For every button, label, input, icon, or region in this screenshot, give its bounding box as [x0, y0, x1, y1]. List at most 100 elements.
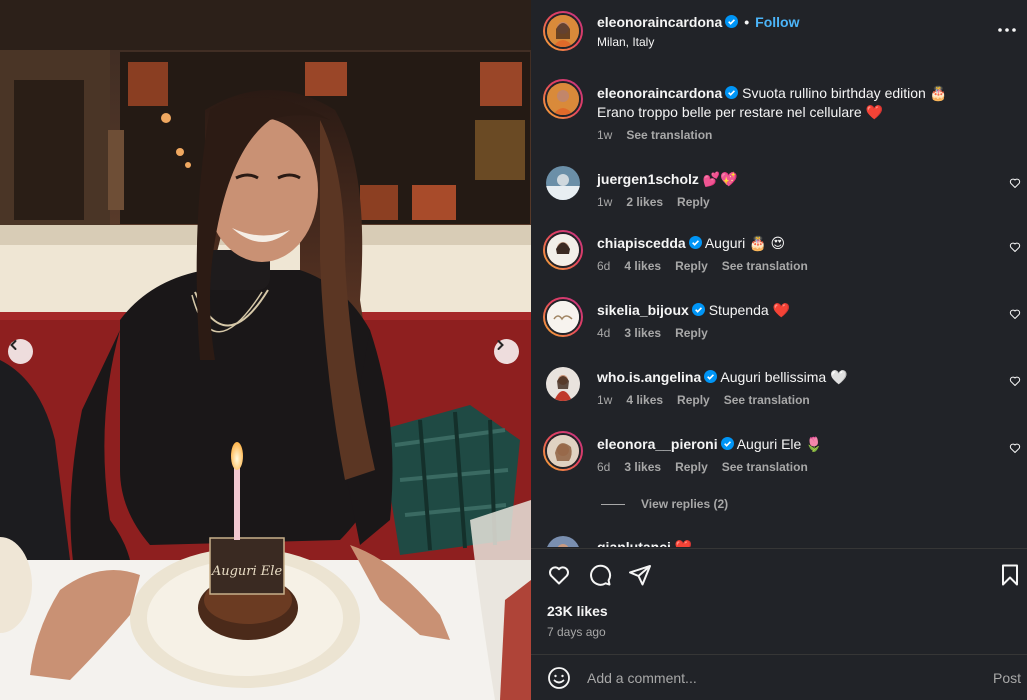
comment-meta: 1w 4 likes Reply See translation [597, 393, 824, 407]
comment-item: gianlutanci ❤️ [531, 534, 1027, 547]
verified-badge-icon [725, 86, 739, 99]
heart-icon[interactable] [1009, 442, 1021, 454]
comment-likes[interactable]: 2 likes [626, 195, 663, 209]
comment-input[interactable] [587, 665, 967, 691]
avatar-image [547, 83, 579, 115]
comment-item: sikelia_bijoux Stupenda ❤️ 4d 3 likes Repl… [531, 297, 1027, 357]
header-username[interactable]: eleonoraincardona [597, 14, 722, 30]
commenter-avatar[interactable] [546, 166, 580, 200]
cake-sign-text: Auguri Ele [211, 564, 283, 579]
comment-time: 6d [597, 259, 611, 273]
see-translation-link[interactable]: See translation [626, 128, 712, 142]
emoji-smiley-icon[interactable] [547, 666, 571, 690]
reply-button[interactable]: Reply [677, 195, 710, 209]
view-replies-button[interactable]: View replies (2) [601, 497, 728, 511]
next-photo-button[interactable] [494, 339, 519, 364]
divider [531, 548, 1027, 549]
comment-likes[interactable]: 3 likes [624, 460, 661, 474]
commenter-avatar[interactable] [543, 297, 583, 337]
commenter-avatar[interactable] [543, 431, 583, 471]
comment-meta: 1w 2 likes Reply [597, 195, 724, 209]
comment-item: chiapiscedda Auguri 🎂 😍 6d 4 likes Reply Se… [531, 230, 1027, 290]
comment-meta: 6d 4 likes Reply See translation [597, 259, 822, 273]
comment-body: Stupenda ❤️ [708, 302, 790, 318]
header-dot-separator: • [744, 14, 750, 30]
author-avatar-image [547, 15, 579, 47]
comment-likes[interactable]: 4 likes [626, 393, 663, 407]
comment-username[interactable]: sikelia_bijoux [597, 302, 689, 318]
commenter-avatar[interactable] [543, 230, 583, 270]
chevron-right-icon [497, 340, 504, 350]
verified-badge-icon [691, 303, 705, 316]
comment-body: 💕💖 [702, 171, 738, 187]
previous-photo-button[interactable] [8, 339, 33, 364]
comment-body: Auguri 🎂 😍 [704, 235, 786, 251]
post-comment-button[interactable]: Post [993, 670, 1021, 686]
sikelia-logo-icon [547, 301, 579, 333]
comment-meta: 6d 3 likes Reply See translation [597, 460, 822, 474]
comment-username[interactable]: who.is.angelina [597, 369, 701, 385]
comment-text: chiapiscedda Auguri 🎂 😍 [597, 234, 977, 253]
view-replies-label: View replies (2) [641, 497, 729, 511]
reply-button[interactable]: Reply [675, 326, 708, 340]
view-replies-line [601, 503, 625, 505]
comment-likes[interactable]: 3 likes [624, 326, 661, 340]
comment-item: who.is.angelina Auguri bellissima 🤍 1w 4 … [531, 364, 1027, 424]
reply-button[interactable]: Reply [677, 393, 710, 407]
comment-username[interactable]: gianlutanci [597, 539, 671, 547]
caption: eleonoraincardona Svuota rullino birthda… [531, 79, 1027, 145]
heart-icon[interactable] [547, 563, 571, 587]
comment-bubble-icon[interactable] [588, 563, 612, 587]
caption-author-avatar[interactable] [543, 79, 583, 119]
caption-text: eleonoraincardona Svuota rullino birthda… [597, 84, 977, 122]
likes-count[interactable]: 23K likes [547, 603, 608, 619]
photo-illustration: Auguri Ele [0, 0, 531, 700]
see-translation-link[interactable]: See translation [724, 393, 810, 407]
commenter-avatar[interactable] [546, 536, 580, 547]
comment-time: 6d [597, 460, 611, 474]
comment-meta: 4d 3 likes Reply [597, 326, 722, 340]
comments-list[interactable]: eleonoraincardona Svuota rullino birthda… [531, 65, 1027, 547]
reply-button[interactable]: Reply [675, 259, 708, 273]
caption-username[interactable]: eleonoraincardona [597, 85, 722, 101]
verified-badge-icon [704, 370, 718, 383]
chevron-left-icon [10, 340, 17, 350]
comment-text: who.is.angelina Auguri bellissima 🤍 [597, 368, 977, 387]
verified-badge-icon [688, 236, 702, 249]
reply-button[interactable]: Reply [675, 460, 708, 474]
comment-likes[interactable]: 4 likes [624, 259, 661, 273]
caption-line-2: Erano troppo belle per restare nel cellu… [597, 104, 883, 120]
caption-time: 1w [597, 128, 613, 142]
heart-icon[interactable] [1009, 241, 1021, 253]
comment-text: juergen1scholz 💕💖 [597, 170, 977, 189]
avatar-image [547, 234, 579, 266]
post-timestamp[interactable]: 7 days ago [547, 625, 606, 639]
post-actions-bar [531, 560, 1027, 590]
author-avatar[interactable] [543, 11, 583, 51]
see-translation-link[interactable]: See translation [722, 259, 808, 273]
comment-item: juergen1scholz 💕💖 1w 2 likes Reply [531, 166, 1027, 226]
comment-username[interactable]: juergen1scholz [597, 171, 699, 187]
see-translation-link[interactable]: See translation [722, 460, 808, 474]
verified-badge-icon [725, 15, 739, 28]
more-horizontal-icon[interactable] [997, 20, 1017, 40]
avatar-image [546, 536, 580, 547]
comment-username[interactable]: eleonora__pieroni [597, 436, 718, 452]
follow-button[interactable]: Follow [755, 14, 799, 30]
heart-icon[interactable] [1009, 375, 1021, 387]
post-header: eleonoraincardona • Follow Milan, Italy [531, 0, 1027, 64]
comment-time: 4d [597, 326, 611, 340]
commenter-avatar[interactable] [546, 367, 580, 401]
avatar-image [546, 367, 580, 401]
paper-plane-icon[interactable] [628, 563, 652, 587]
comment-item: eleonora__pieroni Auguri Ele 🌷 6d 3 likes… [531, 431, 1027, 491]
bookmark-icon[interactable] [998, 563, 1022, 587]
heart-icon[interactable] [1009, 177, 1021, 189]
comment-username[interactable]: chiapiscedda [597, 235, 686, 251]
comment-time: 1w [597, 195, 613, 209]
avatar-image [547, 435, 579, 467]
heart-icon[interactable] [1009, 308, 1021, 320]
location-link[interactable]: Milan, Italy [597, 35, 654, 49]
comment-time: 1w [597, 393, 613, 407]
caption-meta: 1w See translation [597, 128, 726, 142]
